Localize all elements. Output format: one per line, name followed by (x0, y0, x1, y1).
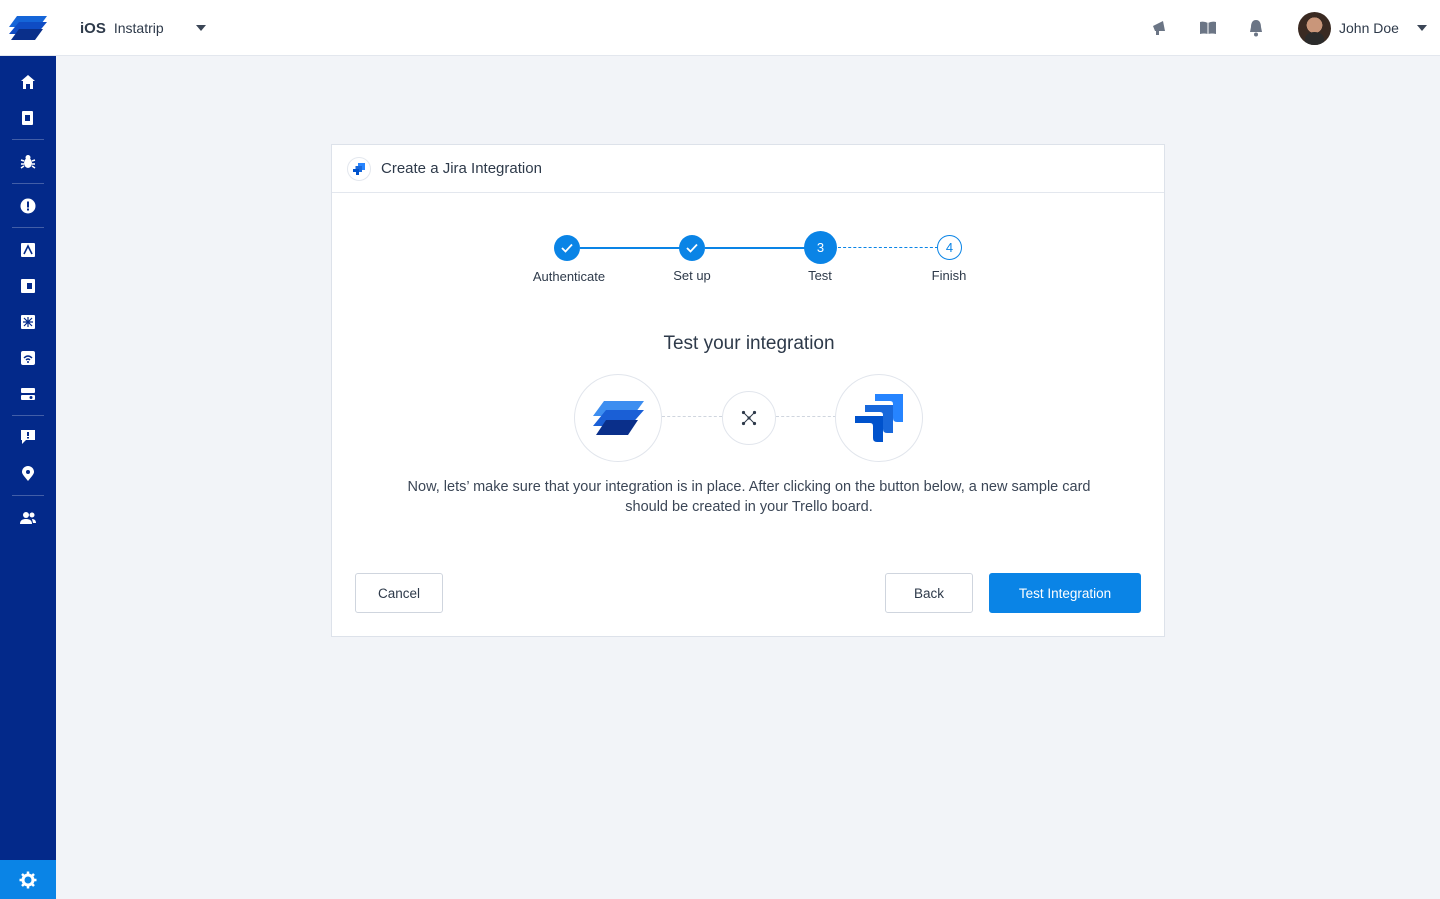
bug-icon[interactable] (0, 144, 56, 180)
step-authenticate-check-icon (554, 235, 580, 261)
step-label-test: Test (808, 268, 832, 283)
card-title: Create a Jira Integration (381, 160, 542, 177)
step-connector (705, 247, 805, 249)
step-label-authenticate: Authenticate (532, 269, 606, 284)
step-setup-check-icon (679, 235, 705, 261)
sidebar-divider (12, 139, 44, 140)
chevron-down-icon (1416, 25, 1427, 31)
chevron-down-icon (195, 25, 206, 31)
team-icon[interactable] (0, 500, 56, 536)
description-text: Now, lets’ make sure that your integrati… (407, 479, 1091, 515)
gear-icon[interactable] (0, 860, 56, 899)
jira-logo-icon (347, 156, 371, 181)
cancel-button[interactable]: Cancel (355, 573, 443, 613)
sidebar-divider (12, 495, 44, 496)
jira-integration-card: Create a Jira Integration 3 4 Authentica… (331, 144, 1165, 637)
connection-line (662, 416, 722, 417)
settings-panel-icon[interactable] (0, 376, 56, 412)
card-header: Create a Jira Integration (332, 145, 1164, 193)
jira-logo-icon (835, 374, 923, 462)
step-label-setup: Set up (673, 268, 711, 283)
home-icon[interactable] (0, 64, 56, 100)
docs-book-icon[interactable] (1196, 16, 1220, 40)
sidebar (0, 56, 56, 899)
link-connect-icon (722, 391, 776, 445)
progress-stepper: 3 4 Authenticate Set up Test Finish (332, 231, 1166, 295)
app-switcher[interactable]: iOS Instatrip (80, 0, 206, 56)
connection-line (776, 416, 836, 417)
step-connector (838, 247, 938, 248)
test-integration-button[interactable]: Test Integration (989, 573, 1141, 613)
network-icon[interactable] (0, 340, 56, 376)
step-label-finish: Finish (931, 268, 967, 283)
sessions-icon[interactable] (0, 232, 56, 268)
sidebar-divider (12, 415, 44, 416)
section-title: Test your integration (663, 333, 835, 354)
top-bar: iOS Instatrip John Doe (0, 0, 1440, 56)
sidebar-divider (12, 183, 44, 184)
app-platform: iOS (80, 19, 106, 37)
reports-icon[interactable] (0, 100, 56, 136)
step-finish-number: 4 (937, 235, 962, 260)
crash-icon[interactable] (0, 188, 56, 224)
step-connector (580, 247, 680, 249)
app-name: Instatrip (113, 20, 164, 36)
step-test-number: 3 (804, 231, 837, 264)
sidebar-divider (12, 227, 44, 228)
instabug-logo-icon (574, 374, 662, 462)
instabug-logo[interactable] (0, 0, 56, 56)
features-icon[interactable] (0, 304, 56, 340)
chat-icon[interactable] (0, 419, 56, 455)
announcement-icon[interactable] (1148, 16, 1172, 40)
back-button[interactable]: Back (885, 573, 973, 613)
user-name: John Doe (1339, 20, 1399, 36)
location-icon[interactable] (0, 456, 56, 492)
avatar (1298, 11, 1331, 45)
surveys-icon[interactable] (0, 268, 56, 304)
notifications-bell-icon[interactable] (1244, 16, 1268, 40)
user-menu[interactable]: John Doe (1298, 10, 1427, 46)
